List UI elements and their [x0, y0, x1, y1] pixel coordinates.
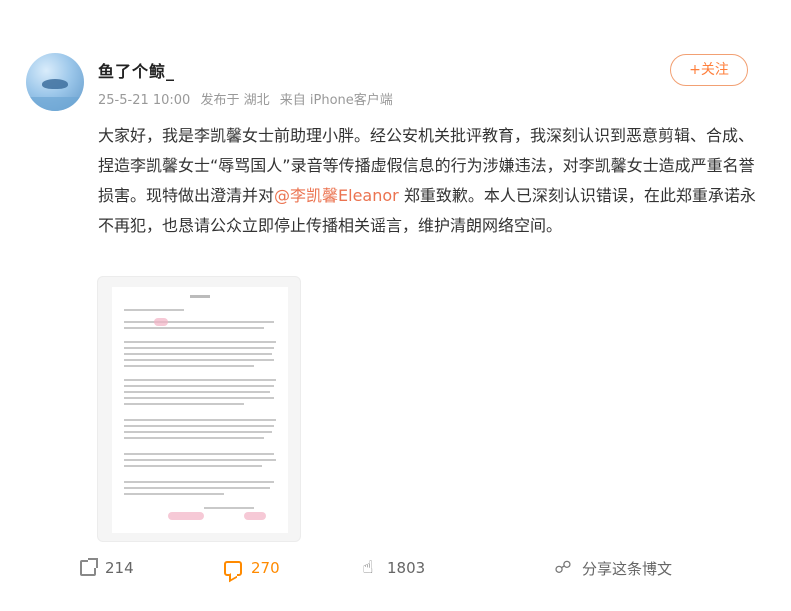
- like-count: 1803: [387, 559, 426, 577]
- weibo-post: 鱼了个鲸_ 25-5-21 10:00 发布于 湖北 来自 iPhone客户端 …: [0, 0, 791, 611]
- forward-icon: [80, 558, 98, 576]
- post-time[interactable]: 25-5-21 10:00: [98, 93, 190, 108]
- post-content: 大家好，我是李凯馨女士前助理小胖。经公安机关批评教育，我深刻认识到恶意剪辑、合成…: [98, 121, 758, 241]
- attached-document-image[interactable]: [97, 276, 301, 542]
- user-avatar[interactable]: [26, 53, 84, 111]
- signature-blur-2: [244, 512, 266, 520]
- post-meta: 25-5-21 10:00 发布于 湖北 来自 iPhone客户端: [98, 89, 399, 108]
- username[interactable]: 鱼了个鲸_: [98, 58, 175, 82]
- document-title-line: [190, 295, 210, 298]
- thumbs-up-icon: ☝: [362, 557, 374, 578]
- share-label: 分享这条博文: [582, 559, 673, 578]
- share-button[interactable]: ☍ 分享这条博文: [553, 553, 672, 583]
- avatar-wave: [26, 97, 84, 111]
- action-bar: 214 270 ☝ 1803 ☍ 分享这条博文: [0, 553, 791, 583]
- comment-icon: [224, 560, 242, 576]
- forward-count: 214: [105, 559, 134, 577]
- forward-button[interactable]: 214: [80, 553, 134, 583]
- signature-blur: [168, 512, 204, 520]
- share-icon: ☍: [554, 558, 572, 578]
- like-button[interactable]: ☝ 1803: [358, 553, 426, 583]
- post-location: 发布于 湖北: [200, 93, 270, 108]
- mention-link[interactable]: @李凯馨Eleanor: [274, 186, 399, 205]
- follow-button[interactable]: +关注: [670, 54, 748, 86]
- comment-button[interactable]: 270: [224, 553, 280, 583]
- comment-count: 270: [251, 559, 280, 577]
- redaction-mark: [154, 318, 168, 326]
- avatar-whale: [42, 79, 68, 89]
- document-paper: [112, 287, 288, 533]
- post-source: 来自 iPhone客户端: [279, 93, 393, 108]
